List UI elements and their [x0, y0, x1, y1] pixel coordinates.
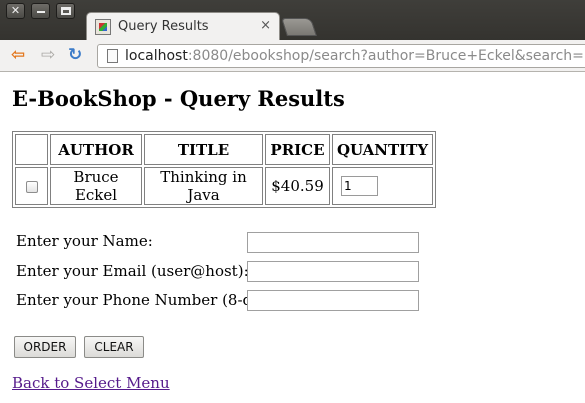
email-field[interactable] [247, 261, 419, 282]
tab-bar: ✕ Query Results × [0, 0, 585, 41]
page-favicon-icon [95, 19, 111, 35]
window-maximize-button[interactable] [56, 3, 75, 19]
price-cell: $40.59 [265, 167, 330, 205]
select-book-checkbox[interactable] [25, 181, 38, 193]
title-cell: Thinking in Java [144, 167, 263, 205]
tab-title: Query Results [118, 19, 209, 34]
select-cell [15, 167, 48, 205]
page-content: E-BookShop - Query Results AUTHOR TITLE … [0, 73, 585, 403]
quantity-cell: 1 [332, 167, 433, 205]
tab-query-results[interactable]: Query Results × [86, 12, 280, 41]
table-header-row: AUTHOR TITLE PRICE QUANTITY [15, 134, 433, 165]
browser-chrome: ✕ Query Results × ⇦ ⇨ ↻ localhost:8080/e… [0, 0, 585, 72]
header-author: AUTHOR [50, 134, 142, 165]
back-to-menu-link[interactable]: Back to Select Menu [12, 374, 170, 392]
new-tab-button[interactable] [281, 18, 317, 36]
header-title: TITLE [144, 134, 263, 165]
back-arrow-icon[interactable]: ⇦ [11, 47, 25, 64]
page-title: E-BookShop - Query Results [12, 86, 345, 111]
header-select [15, 134, 48, 165]
name-field[interactable] [247, 232, 419, 253]
name-label: Enter your Name: [16, 232, 153, 250]
header-quantity: QUANTITY [332, 134, 433, 165]
address-bar[interactable]: localhost:8080/ebookshop/search?author=B… [97, 44, 585, 68]
url-text[interactable]: localhost:8080/ebookshop/search?author=B… [125, 48, 584, 64]
reload-icon[interactable]: ↻ [68, 47, 82, 64]
forward-arrow-icon[interactable]: ⇨ [41, 47, 55, 64]
navigation-toolbar: ⇦ ⇨ ↻ localhost:8080/ebookshop/search?au… [0, 40, 585, 72]
author-cell: Bruce Eckel [50, 167, 142, 205]
table-row: Bruce Eckel Thinking in Java $40.59 1 [15, 167, 433, 205]
window-minimize-button[interactable] [31, 3, 50, 19]
results-table: AUTHOR TITLE PRICE QUANTITY Bruce Eckel … [12, 131, 436, 208]
quantity-input[interactable]: 1 [341, 176, 378, 196]
url-host: localhost [125, 48, 188, 64]
order-button[interactable]: ORDER [14, 336, 76, 358]
phone-field[interactable] [247, 290, 419, 311]
tab-close-icon[interactable]: × [260, 18, 271, 33]
url-path: :8080/ebookshop/search?author=Bruce+Ecke… [187, 48, 584, 64]
window-close-button[interactable]: ✕ [6, 3, 25, 19]
header-price: PRICE [265, 134, 330, 165]
page-document-icon [107, 49, 118, 63]
email-label: Enter your Email (user@host): [16, 262, 249, 280]
clear-button[interactable]: CLEAR [84, 336, 144, 358]
